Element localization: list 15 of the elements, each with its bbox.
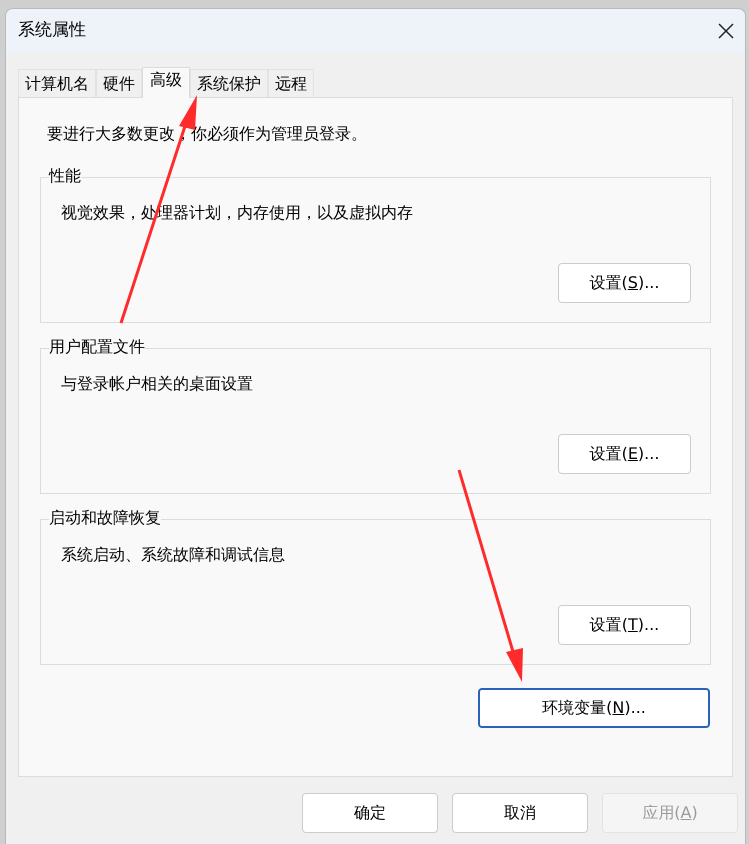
settings-button[interactable]: 设置(T)... bbox=[558, 605, 691, 645]
settings-button[interactable]: 设置(S)... bbox=[558, 263, 691, 303]
settings-button[interactable]: 设置(E)... bbox=[558, 434, 691, 474]
environment-variables-button[interactable]: 环境变量(N)... bbox=[478, 688, 710, 728]
tab[interactable]: 远程 bbox=[268, 69, 314, 97]
group-description: 系统启动、系统故障和调试信息 bbox=[61, 544, 286, 566]
tab[interactable]: 硬件 bbox=[96, 69, 142, 97]
close-icon[interactable] bbox=[717, 22, 735, 40]
tab[interactable]: 系统保护 bbox=[190, 69, 268, 97]
dialog-button[interactable]: 取消 bbox=[452, 793, 588, 833]
window-title: 系统属性 bbox=[18, 19, 86, 42]
group-description: 与登录帐户相关的桌面设置 bbox=[61, 373, 254, 395]
tab[interactable]: 计算机名 bbox=[18, 69, 96, 97]
tab[interactable]: 高级 bbox=[142, 67, 190, 98]
dialog-button[interactable]: 确定 bbox=[302, 793, 438, 833]
